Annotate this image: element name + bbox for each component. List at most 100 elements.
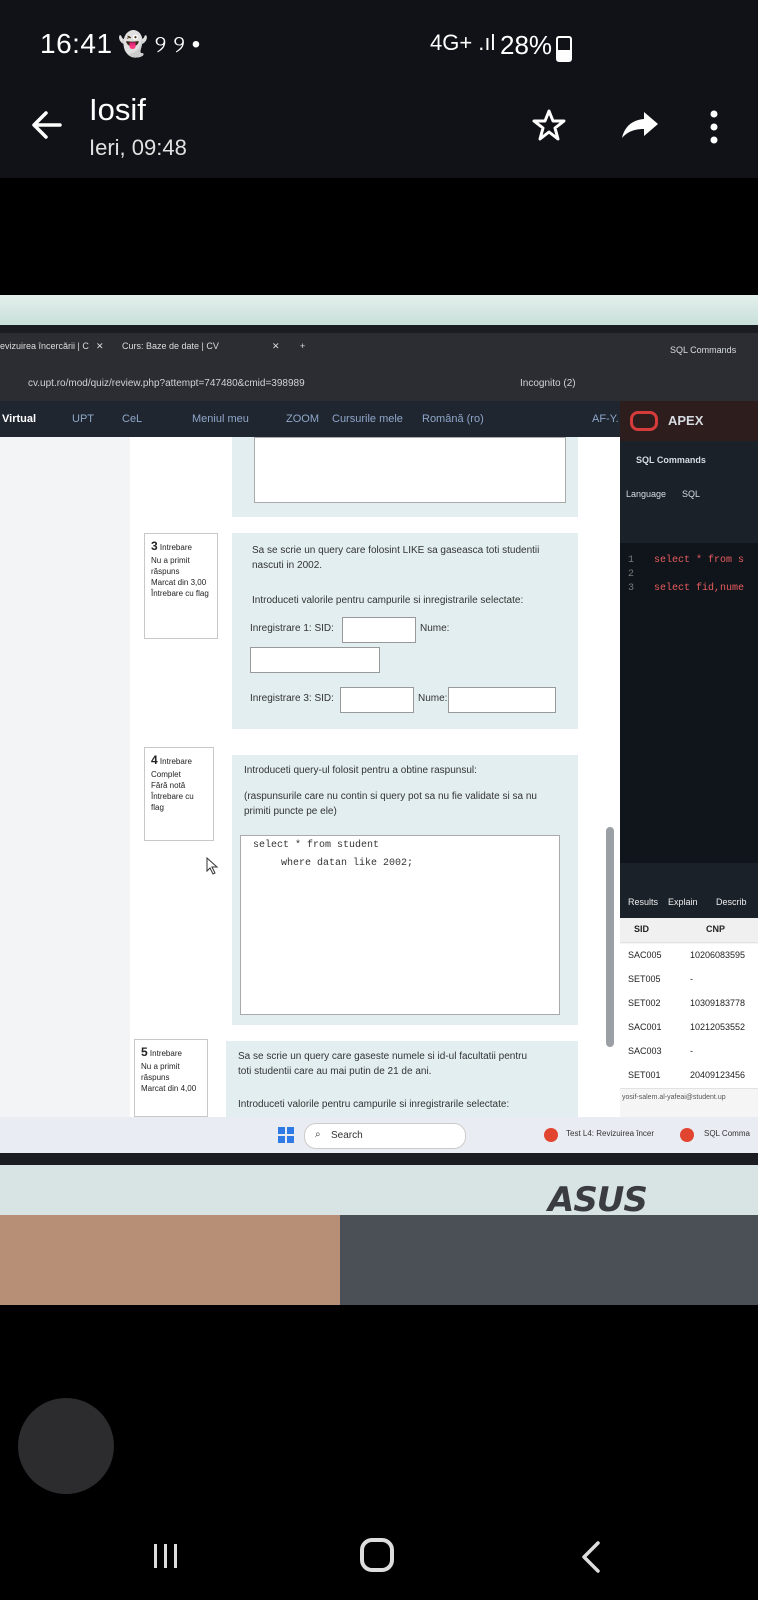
close-icon[interactable]: ✕ <box>96 341 104 352</box>
previous-answer-card <box>232 437 578 517</box>
monitor-stand <box>340 1215 758 1305</box>
question-4-info: 4 Intrebare Complet Fără notă Întrebare … <box>144 747 214 841</box>
cell-sid: SAC003 <box>628 1046 662 1056</box>
question-mark: Marcat din 3,00 <box>151 578 207 588</box>
question-5-card: Sa se scrie un query care gaseste numele… <box>226 1041 578 1117</box>
record-1-name-label: Nume: <box>420 623 450 634</box>
apex-window: SQL Commands APEX SQL Commands Language … <box>620 333 758 1117</box>
question-number: 3 <box>151 539 158 553</box>
tab-describe[interactable]: Describ <box>716 897 747 907</box>
status-bar <box>0 0 758 92</box>
language-value[interactable]: SQL <box>682 489 700 499</box>
cell-sid: SET005 <box>628 974 661 984</box>
chrome-icon[interactable] <box>680 1128 694 1142</box>
table-row: SAC001 10212053552 <box>620 1016 758 1041</box>
table-header: SID CNP <box>620 918 758 943</box>
results-panel: Results Explain Describ SID CNP SAC005 1… <box>620 888 758 1117</box>
tab-results[interactable]: Results <box>628 897 658 907</box>
new-tab-icon[interactable]: + <box>300 341 305 351</box>
question-state: Complet <box>151 769 181 779</box>
cell-cnp: - <box>690 974 693 984</box>
table-row: SAC003 - <box>620 1040 758 1065</box>
page-left-margin <box>0 437 130 1117</box>
incognito-label[interactable]: Incognito (2) <box>520 378 576 389</box>
query-answer-textarea[interactable]: select * from student where datan like 2… <box>240 835 560 1015</box>
battery-percent: 28% <box>500 30 553 60</box>
language-selector[interactable]: Language SQL <box>620 481 758 511</box>
cell-cnp: 20409123456 <box>690 1070 746 1080</box>
question-note: (raspunsurile care nu contin si query po… <box>244 791 537 817</box>
taskbar-search[interactable]: ⌕ Search <box>304 1123 466 1149</box>
user-email: yosif-salem.al-yafeai@student.up <box>622 1094 726 1101</box>
attached-photo[interactable]: evizuirea încercării | C ✕ Curs: Baze de… <box>0 295 758 1305</box>
record-1-sid-label: Inregistrare 1: SID: <box>250 623 334 634</box>
user-initials[interactable]: AF-Y. <box>592 413 619 425</box>
code-line: select * from s <box>654 555 745 566</box>
flag-question[interactable]: Întrebare cu flag <box>151 589 209 598</box>
mouse-cursor-icon <box>206 857 219 875</box>
monitor-screen: evizuirea încercării | C ✕ Curs: Baze de… <box>0 333 758 1153</box>
cell-sid: SAC005 <box>628 950 662 960</box>
recent-apps-icon[interactable] <box>152 1542 180 1570</box>
sent-date: Ieri, 09:48 <box>89 135 187 160</box>
apex-tab[interactable]: SQL Commands <box>670 345 736 355</box>
taskbar-app-quiz[interactable]: Test L4: Revizuirea încer <box>566 1129 654 1138</box>
browser-tab-review[interactable]: evizuirea încercării | C <box>0 341 89 351</box>
browser-tab-strip: evizuirea încercării | C ✕ Curs: Baze de… <box>0 333 620 367</box>
language-menu[interactable]: Română (ro) <box>422 413 484 425</box>
close-icon[interactable]: ✕ <box>272 341 280 352</box>
table-row: SET002 10309183778 <box>620 992 758 1017</box>
flag-question[interactable]: Întrebare cu flag <box>151 792 194 812</box>
question-text: Sa se scrie un query care gaseste numele… <box>238 1051 528 1077</box>
page-scrollbar[interactable] <box>606 827 614 1047</box>
menu-meu[interactable]: Meniul meu <box>192 413 249 425</box>
star-icon[interactable] <box>532 108 566 142</box>
table-row: SET005 - <box>620 968 758 993</box>
browser-tab-course[interactable]: Curs: Baze de date | CV <box>122 341 219 351</box>
record-3-name-label: Nume: <box>418 693 448 704</box>
home-icon[interactable] <box>360 1538 394 1572</box>
question-text: Sa se scrie un query care folosint LIKE … <box>252 545 540 571</box>
record-1-name-input[interactable] <box>250 647 380 673</box>
tab-explain[interactable]: Explain <box>668 897 698 907</box>
language-label: Language <box>626 489 667 499</box>
address-bar[interactable]: cv.upt.ro/mod/quiz/review.php?attempt=74… <box>0 367 620 401</box>
floating-chat-bubble[interactable] <box>18 1398 114 1494</box>
chrome-icon[interactable] <box>544 1128 558 1142</box>
share-icon[interactable] <box>620 110 660 140</box>
url-text[interactable]: cv.upt.ro/mod/quiz/review.php?attempt=74… <box>28 378 305 389</box>
cell-sid: SET001 <box>628 1070 661 1080</box>
apex-logo-icon <box>630 411 658 431</box>
table-row: SAC005 10206083595 <box>620 944 758 969</box>
windows-start-icon[interactable] <box>278 1127 294 1143</box>
more-vert-icon[interactable] <box>708 110 720 144</box>
apex-breadcrumb[interactable]: SQL Commands <box>636 455 706 465</box>
question-instruction: Introduceti valorile pentru campurile si… <box>252 595 524 606</box>
query-line-2: where datan like 2002; <box>281 858 414 869</box>
column-header: SID <box>634 924 650 934</box>
status-time: 16:41 <box>40 28 113 59</box>
results-tabs: Results Explain Describ <box>620 888 758 918</box>
record-1-sid-input[interactable] <box>342 617 416 643</box>
back-arrow-icon[interactable] <box>30 108 64 142</box>
question-mark: Marcat din 4,00 <box>141 1084 197 1094</box>
cell-cnp: - <box>690 1046 693 1056</box>
bookmark-upt[interactable]: UPT <box>72 413 94 425</box>
taskbar-app-sql[interactable]: SQL Comma <box>704 1129 750 1138</box>
sql-editor[interactable]: 1 select * from s 2 3 select fid,nume <box>620 543 758 863</box>
record-3-name-input[interactable] <box>448 687 556 713</box>
back-icon[interactable] <box>580 1540 602 1574</box>
question-number: 5 <box>141 1045 148 1059</box>
courses-menu[interactable]: Cursurile mele <box>332 413 403 425</box>
question-label: Intrebare <box>149 1049 182 1058</box>
quiz-page: 3 Intrebare Nu a primit răspuns Marcat d… <box>0 437 620 1117</box>
query-line-1: select * from student <box>253 840 380 851</box>
zoom-link[interactable]: ZOOM <box>286 413 319 425</box>
question-mark: Fără notă <box>151 780 186 790</box>
bookmark-cel[interactable]: CeL <box>122 413 142 425</box>
question-number: 4 <box>151 753 158 767</box>
record-3-sid-input[interactable] <box>340 687 414 713</box>
question-4-card: Introduceti query-ul folosit pentru a ob… <box>232 755 578 1025</box>
bookmark-virtual[interactable]: Virtual <box>2 413 36 425</box>
previous-answer-box[interactable] <box>254 437 566 503</box>
